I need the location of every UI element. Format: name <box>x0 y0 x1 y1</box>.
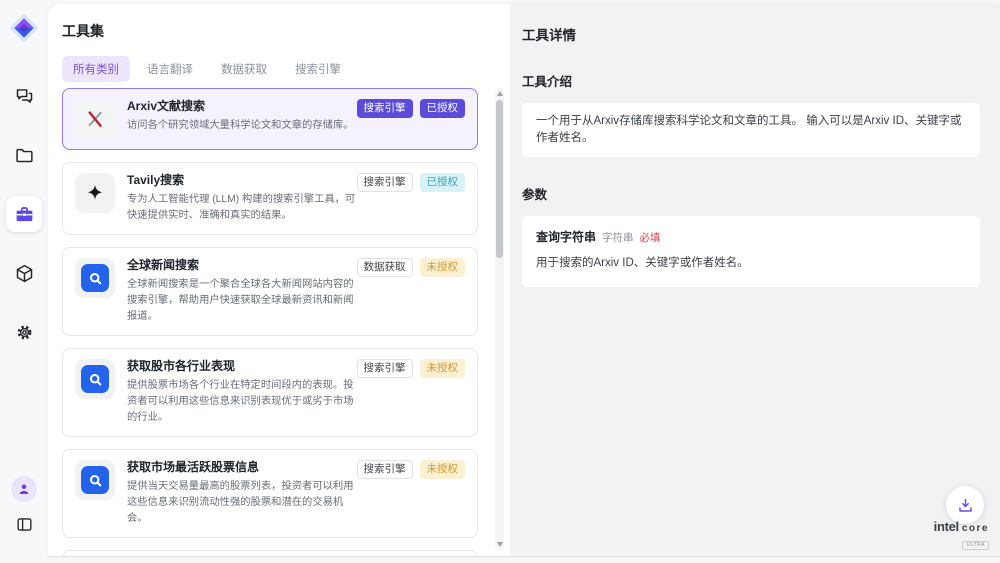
params-heading: 参数 <box>522 184 980 203</box>
list-scrollbar[interactable] <box>495 88 504 550</box>
gear-icon <box>14 322 35 343</box>
tool-description: 专为人工智能代理 (LLM) 构建的搜索引擎工具，可快速提供实时、准确和真实的结… <box>127 192 359 224</box>
status-badge: 已授权 <box>420 99 466 118</box>
sparkle-icon <box>75 173 115 213</box>
category-tabs: 所有类别语言翻译数据获取搜索引擎 <box>62 56 352 82</box>
page-title: 工具集 <box>62 21 104 41</box>
download-icon <box>956 496 975 515</box>
search-tile-icon <box>75 460 115 500</box>
category-badge: 搜索引擎 <box>357 359 413 378</box>
param-description: 用于搜索的Arxiv ID、关键字或作者姓名。 <box>536 255 966 272</box>
intro-heading: 工具介绍 <box>522 71 980 90</box>
status-badge: 已授权 <box>420 173 466 192</box>
search-tile-icon <box>75 359 115 399</box>
category-badge: 数据获取 <box>357 258 413 277</box>
scroll-up-icon[interactable] <box>497 91 503 96</box>
sidebar-item-tools[interactable] <box>6 196 42 232</box>
tool-name: Tavily搜索 <box>127 173 359 188</box>
folder-icon <box>14 145 35 166</box>
core-wordmark: core <box>962 524 989 534</box>
main-window: 工具集 所有类别语言翻译数据获取搜索引擎 Arxiv文献搜索 访问各个研究领域大… <box>48 4 1000 557</box>
scroll-down-icon[interactable] <box>497 542 503 547</box>
tab-所有类别[interactable]: 所有类别 <box>62 56 130 82</box>
tool-card[interactable]: 获取股市各行业表现 提供股票市场各个行业在特定时间段内的表现。投资者可以利用这些… <box>62 348 478 437</box>
sidebar-item-chat[interactable] <box>6 78 42 114</box>
tab-数据获取[interactable]: 数据获取 <box>210 56 278 82</box>
tool-card[interactable]: Tavily搜索 专为人工智能代理 (LLM) 构建的搜索引擎工具，可快速提供实… <box>62 162 478 235</box>
app-logo-icon[interactable] <box>9 13 39 43</box>
category-badge: 搜索引擎 <box>357 99 413 118</box>
user-icon[interactable] <box>11 476 37 502</box>
tool-list-pane: 工具集 所有类别语言翻译数据获取搜索引擎 Arxiv文献搜索 访问各个研究领域大… <box>48 4 510 556</box>
intel-wordmark: intel <box>934 520 959 533</box>
tool-card[interactable]: 获取市场最活跃股票信息 提供当天交易量最高的股票列表，投资者可以利用这些信息来识… <box>62 449 478 538</box>
status-badge: 未授权 <box>420 460 466 479</box>
status-badge: 未授权 <box>420 258 466 277</box>
search-tile-icon <box>75 258 115 298</box>
tool-name: 全球新闻搜索 <box>127 258 359 273</box>
tool-card[interactable]: Arxiv文献搜索 访问各个研究领域大量科学论文和文章的存储库。 搜索引擎 已授… <box>62 88 478 150</box>
param-card: 查询字符串 字符串 必填 用于搜索的Arxiv ID、关键字或作者姓名。 <box>522 216 980 287</box>
intro-card: 一个用于从Arxiv存储库搜索科学论文和文章的工具。 输入可以是Arxiv ID… <box>522 103 980 157</box>
tool-description: 提供股票市场各个行业在特定时间段内的表现。投资者可以利用这些信息来识别表现优于或… <box>127 378 359 426</box>
tool-card[interactable]: 万维地区新闻查询 查询具体行政区划内的新闻，快速了解各地新闻动 搜索引擎 未授权 <box>62 550 478 557</box>
tool-description: 提供当天交易量最高的股票列表，投资者可以利用这些信息来识别流动性强的股票和潜在的… <box>127 479 359 527</box>
cube-icon <box>14 263 35 284</box>
tab-搜索引擎[interactable]: 搜索引擎 <box>284 56 352 82</box>
category-badge: 搜索引擎 <box>357 173 413 192</box>
tool-description: 全球新闻搜索是一个聚合全球各大新闻网站内容的搜索引擎，帮助用户快速获取全球最新资… <box>127 277 359 325</box>
param-name: 查询字符串 <box>536 229 596 246</box>
left-rail <box>0 0 48 557</box>
tool-card[interactable]: 全球新闻搜索 全球新闻搜索是一个聚合全球各大新闻网站内容的搜索引擎，帮助用户快速… <box>62 247 478 336</box>
ultra-badge: ULTRA <box>962 541 989 550</box>
arxiv-logo-icon <box>75 99 115 139</box>
toolbox-icon <box>14 204 35 225</box>
tool-description: 访问各个研究领域大量科学论文和文章的存储库。 <box>127 118 359 134</box>
tool-details-pane: 工具详情 工具介绍 一个用于从Arxiv存储库搜索科学论文和文章的工具。 输入可… <box>510 4 1000 556</box>
sidebar-item-files[interactable] <box>6 137 42 173</box>
param-required-badge: 必填 <box>640 230 661 247</box>
tool-name: Arxiv文献搜索 <box>127 99 359 114</box>
chat-bubbles-icon <box>14 86 35 107</box>
panel-left-icon[interactable] <box>11 511 37 537</box>
tool-name: 获取市场最活跃股票信息 <box>127 460 359 475</box>
scrollbar-thumb[interactable] <box>496 100 503 258</box>
param-type: 字符串 <box>602 230 634 247</box>
tool-name: 获取股市各行业表现 <box>127 359 359 374</box>
sidebar-item-models[interactable] <box>6 255 42 291</box>
tool-card-list: Arxiv文献搜索 访问各个研究领域大量科学论文和文章的存储库。 搜索引擎 已授… <box>62 88 478 557</box>
intel-core-logo: intel core ULTRA <box>934 520 989 550</box>
tab-语言翻译[interactable]: 语言翻译 <box>136 56 204 82</box>
category-badge: 搜索引擎 <box>357 460 413 479</box>
sidebar-item-settings[interactable] <box>6 314 42 350</box>
status-badge: 未授权 <box>420 359 466 378</box>
details-title: 工具详情 <box>522 24 980 44</box>
